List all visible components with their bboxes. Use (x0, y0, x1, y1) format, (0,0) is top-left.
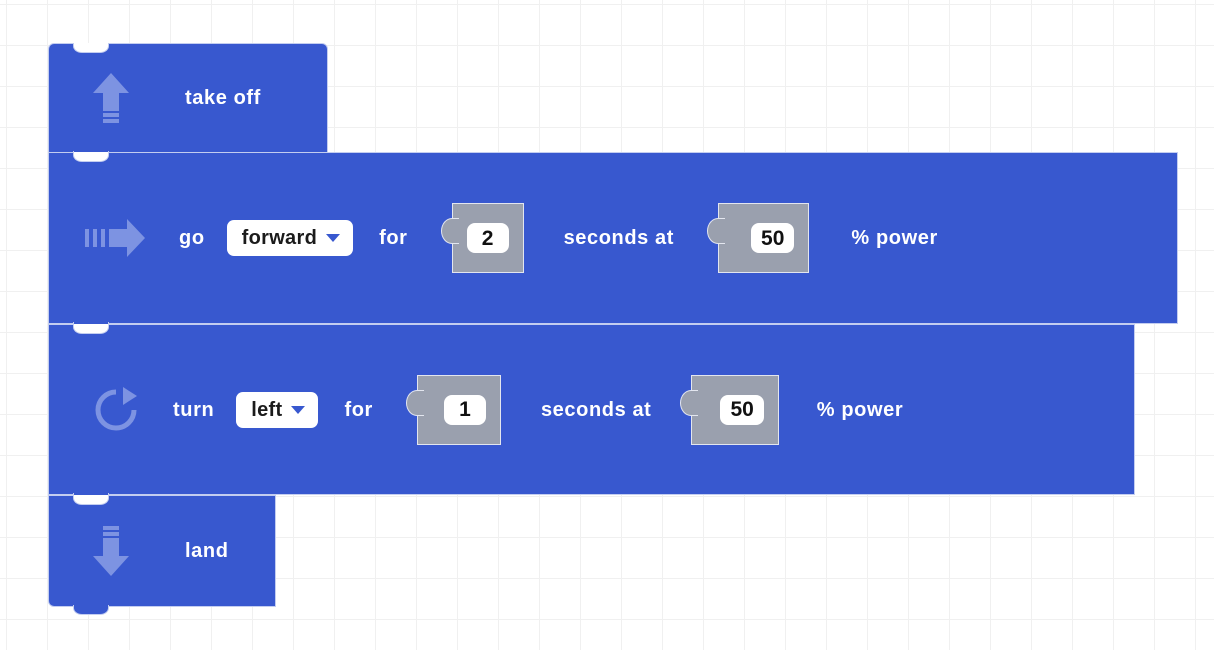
arrow-right-icon (85, 216, 147, 260)
block-notch-top (73, 495, 109, 505)
number-input-turn-power[interactable]: 50 (720, 394, 764, 425)
reporter-go-duration[interactable]: 2 (440, 203, 524, 273)
block-label-go-seconds-at: seconds at (563, 227, 675, 249)
block-go[interactable]: go forward for 2 seconds at 50 % power (48, 152, 1178, 332)
arrow-up-icon (91, 71, 131, 125)
chevron-down-icon (291, 405, 306, 414)
reporter-knob (440, 218, 459, 244)
block-label-turn-percent-power: % power (816, 398, 904, 421)
block-label-land: land (185, 540, 229, 562)
rotate-cw-icon (91, 385, 141, 435)
block-label-turn-for: for (344, 398, 373, 421)
block-label-turn-seconds-at: seconds at (540, 398, 652, 421)
block-notch-top (73, 324, 109, 334)
dropdown-turn-direction[interactable]: left (236, 391, 319, 428)
number-input-turn-duration-value: 1 (459, 398, 471, 421)
arrow-down-icon (91, 524, 131, 578)
chevron-down-icon (326, 234, 341, 242)
number-input-turn-power-value: 50 (730, 398, 754, 421)
number-input-turn-duration[interactable]: 1 (443, 394, 486, 425)
block-workspace[interactable]: take off go forward for 2 seconds at 50 … (0, 0, 1214, 650)
reporter-turn-duration[interactable]: 1 (405, 374, 501, 445)
block-label-go-percent-power: % power (851, 227, 938, 249)
reporter-knob (707, 218, 726, 244)
block-notch-bottom (73, 605, 109, 615)
reporter-turn-power[interactable]: 50 (680, 374, 779, 445)
number-input-go-power[interactable]: 50 (751, 223, 795, 253)
block-notch-top (73, 152, 109, 162)
block-land[interactable]: land (48, 495, 276, 615)
block-take-off[interactable]: take off (48, 43, 328, 161)
block-label-go-for: for (379, 227, 408, 249)
block-label-take-off: take off (185, 87, 261, 109)
block-label-go: go (179, 227, 205, 249)
number-input-go-duration-value: 2 (481, 226, 494, 250)
number-input-go-duration[interactable]: 2 (466, 223, 509, 253)
block-notch-top (73, 43, 109, 53)
reporter-knob (680, 389, 699, 416)
dropdown-go-direction-value: forward (241, 227, 318, 249)
reporter-knob (405, 389, 424, 416)
block-label-turn: turn (173, 398, 215, 421)
dropdown-go-direction[interactable]: forward (226, 220, 354, 256)
block-turn[interactable]: turn left for 1 seconds at 50 % power (48, 324, 1135, 503)
number-input-go-power-value: 50 (761, 226, 785, 250)
dropdown-turn-direction-value: left (251, 398, 283, 421)
reporter-go-power[interactable]: 50 (707, 203, 810, 273)
